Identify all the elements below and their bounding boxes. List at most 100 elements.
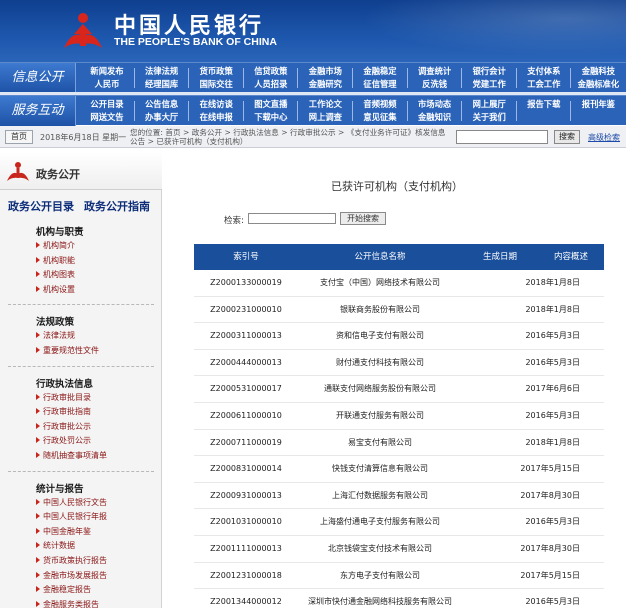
- search-input[interactable]: [248, 213, 336, 224]
- nav-item[interactable]: 经理国库: [135, 78, 189, 91]
- sidebar-group-title[interactable]: 法规政策: [36, 314, 74, 328]
- table-row[interactable]: Z2000711000019 易宝支付有限公司 2018年1月8日: [194, 430, 604, 457]
- sidebar-item[interactable]: 随机抽查事项清单: [36, 450, 107, 461]
- sidebar-item[interactable]: 机构简介: [36, 240, 75, 251]
- sidebar-item[interactable]: 机构设置: [36, 284, 75, 295]
- table-row[interactable]: Z2001231000018 东方电子支付有限公司 2017年5月15日: [194, 563, 604, 590]
- nav-item[interactable]: 意见征集: [353, 111, 407, 124]
- nav-item[interactable]: 调查统计: [408, 65, 462, 78]
- sidebar-item[interactable]: 货币政策执行报告: [36, 555, 107, 566]
- nav-item[interactable]: 货币政策: [189, 65, 243, 78]
- nav-item[interactable]: 报告下载: [517, 98, 571, 111]
- breadcrumb[interactable]: 您的位置: 首页 > 政务公开 > 行政执法信息 > 行政审批公示 > 《支付业…: [130, 128, 450, 146]
- cell-name[interactable]: 开联通支付服务有限公司: [298, 403, 462, 430]
- nav-item[interactable]: 网上展厅: [462, 98, 516, 111]
- bank-name-english[interactable]: THE PEOPLE'S BANK OF CHINA: [114, 36, 277, 48]
- cell-name[interactable]: 财付通支付科技有限公司: [298, 350, 462, 377]
- open-catalog-link[interactable]: 政务公开目录: [8, 200, 74, 213]
- nav-item[interactable]: 公开目录: [80, 98, 134, 111]
- nav-item[interactable]: 工作论文: [298, 98, 352, 111]
- sidebar-item[interactable]: 行政审批指南: [36, 406, 91, 417]
- nav-item[interactable]: 音频视频: [353, 98, 407, 111]
- nav-item[interactable]: 报刊年鉴: [571, 98, 625, 111]
- nav-item[interactable]: 工会工作: [517, 78, 571, 91]
- cell-name[interactable]: 快钱支付清算信息有限公司: [298, 456, 462, 483]
- sidebar-group-title[interactable]: 机构与职责: [36, 224, 84, 238]
- cell-name[interactable]: 银联商务股份有限公司: [298, 297, 462, 324]
- sidebar-item[interactable]: 重要规范性文件: [36, 345, 99, 356]
- nav-item[interactable]: 征信管理: [353, 78, 407, 91]
- sidebar-item[interactable]: 中国人民银行年报: [36, 511, 107, 522]
- nav-item[interactable]: 在线访谈: [189, 98, 243, 111]
- sidebar-group-title[interactable]: 统计与报告: [36, 481, 84, 495]
- nav-item[interactable]: 反洗钱: [408, 78, 462, 91]
- cell-name[interactable]: 东方电子支付有限公司: [298, 563, 462, 590]
- nav-item[interactable]: 网上调查: [298, 111, 352, 124]
- nav-item[interactable]: 信贷政策: [244, 65, 298, 78]
- sidebar-item[interactable]: 中国人民银行文告: [36, 497, 107, 508]
- nav-item[interactable]: 党建工作: [462, 78, 516, 91]
- table-row[interactable]: Z2000311000013 资和信电子支付有限公司 2016年5月3日: [194, 323, 604, 350]
- nav-item[interactable]: 金融科技: [571, 65, 625, 78]
- sidebar-item[interactable]: 金融市场发展报告: [36, 570, 107, 581]
- table-row[interactable]: Z2000444000013 财付通支付科技有限公司 2016年5月3日: [194, 350, 604, 377]
- pboc-emblem-icon[interactable]: [60, 8, 106, 54]
- nav-item[interactable]: 在线申报: [189, 111, 243, 124]
- sidebar-item[interactable]: 中国金融年鉴: [36, 526, 91, 537]
- sidebar-item[interactable]: 机构职能: [36, 255, 75, 266]
- sidebar-item[interactable]: 法律法规: [36, 330, 75, 341]
- cell-name[interactable]: 北京钱袋宝支付技术有限公司: [298, 536, 462, 563]
- nav-item[interactable]: 办事大厅: [135, 111, 189, 124]
- sidebar-group-title[interactable]: 行政执法信息: [36, 376, 93, 390]
- nav-item[interactable]: 金融标准化: [571, 78, 625, 91]
- home-button[interactable]: 首页: [5, 130, 33, 144]
- open-guide-link[interactable]: 政务公开指南: [84, 200, 150, 213]
- site-search-input[interactable]: [456, 130, 548, 144]
- table-row[interactable]: Z2000133000019 支付宝（中国）网络技术有限公司 2018年1月8日: [194, 270, 604, 297]
- nav-item[interactable]: 金融市场: [298, 65, 352, 78]
- nav-item[interactable]: 人员招录: [244, 78, 298, 91]
- nav-item[interactable]: 图文直播: [244, 98, 298, 111]
- table-row[interactable]: Z2001031000010 上海盛付通电子支付服务有限公司 2016年5月3日: [194, 509, 604, 536]
- sidebar-item[interactable]: 机构图表: [36, 269, 75, 280]
- cell-name[interactable]: 深圳市快付通金融网络科技服务有限公司: [298, 589, 462, 608]
- nav-item[interactable]: 市场动态: [408, 98, 462, 111]
- nav-item[interactable]: 关于我们: [462, 111, 516, 124]
- advanced-search-link[interactable]: 高级检索: [588, 132, 620, 143]
- cell-date: 2017年5月15日: [520, 570, 580, 580]
- nav-item[interactable]: 下载中心: [244, 111, 298, 124]
- table-row[interactable]: Z2000531000017 通联支付网络服务股份有限公司 2017年6月6日: [194, 376, 604, 403]
- sidebar-item[interactable]: 行政审批目录: [36, 392, 91, 403]
- cell-name[interactable]: 上海盛付通电子支付服务有限公司: [298, 509, 462, 536]
- sidebar-item[interactable]: 金融服务类报告: [36, 599, 99, 608]
- table-row[interactable]: Z2000831000014 快钱支付清算信息有限公司 2017年5月15日: [194, 456, 604, 483]
- nav-item[interactable]: 国际交往: [189, 78, 243, 91]
- cell-name[interactable]: 上海汇付数据服务有限公司: [298, 483, 462, 510]
- table-row[interactable]: Z2000931000013 上海汇付数据服务有限公司 2017年8月30日: [194, 483, 604, 510]
- nav-item[interactable]: 金融知识: [408, 111, 462, 124]
- table-row[interactable]: Z2000611000010 开联通支付服务有限公司 2016年5月3日: [194, 403, 604, 430]
- sidebar-item[interactable]: 行政审批公示: [36, 421, 91, 432]
- cell-name[interactable]: 支付宝（中国）网络技术有限公司: [298, 270, 462, 297]
- nav-item[interactable]: 新闻发布: [80, 65, 134, 78]
- start-search-button[interactable]: 开始搜索: [340, 212, 386, 225]
- nav-item[interactable]: 网送文告: [80, 111, 134, 124]
- nav-item[interactable]: 银行会计: [462, 65, 516, 78]
- nav-item[interactable]: 人民币: [80, 78, 134, 91]
- table-row[interactable]: Z2001111000013 北京钱袋宝支付技术有限公司 2017年8月30日: [194, 536, 604, 563]
- nav-item[interactable]: 公告信息: [135, 98, 189, 111]
- nav-item[interactable]: 金融研究: [298, 78, 352, 91]
- sidebar-top-links: 政务公开目录 政务公开指南: [8, 198, 160, 214]
- cell-name[interactable]: 易宝支付有限公司: [298, 430, 462, 457]
- nav-item[interactable]: 金融稳定: [353, 65, 407, 78]
- site-search-button[interactable]: 搜索: [554, 130, 580, 144]
- nav-item[interactable]: 支付体系: [517, 65, 571, 78]
- cell-name[interactable]: 资和信电子支付有限公司: [298, 323, 462, 350]
- table-row[interactable]: Z2000231000010 银联商务股份有限公司 2018年1月8日: [194, 297, 604, 324]
- sidebar-item[interactable]: 统计数据: [36, 540, 75, 551]
- sidebar-item[interactable]: 行政处罚公示: [36, 435, 91, 446]
- table-row[interactable]: Z2001344000012 深圳市快付通金融网络科技服务有限公司 2016年5月3…: [194, 589, 604, 608]
- cell-name[interactable]: 通联支付网络服务股份有限公司: [298, 376, 462, 403]
- sidebar-item[interactable]: 金融稳定报告: [36, 584, 91, 595]
- nav-item[interactable]: 法律法规: [135, 65, 189, 78]
